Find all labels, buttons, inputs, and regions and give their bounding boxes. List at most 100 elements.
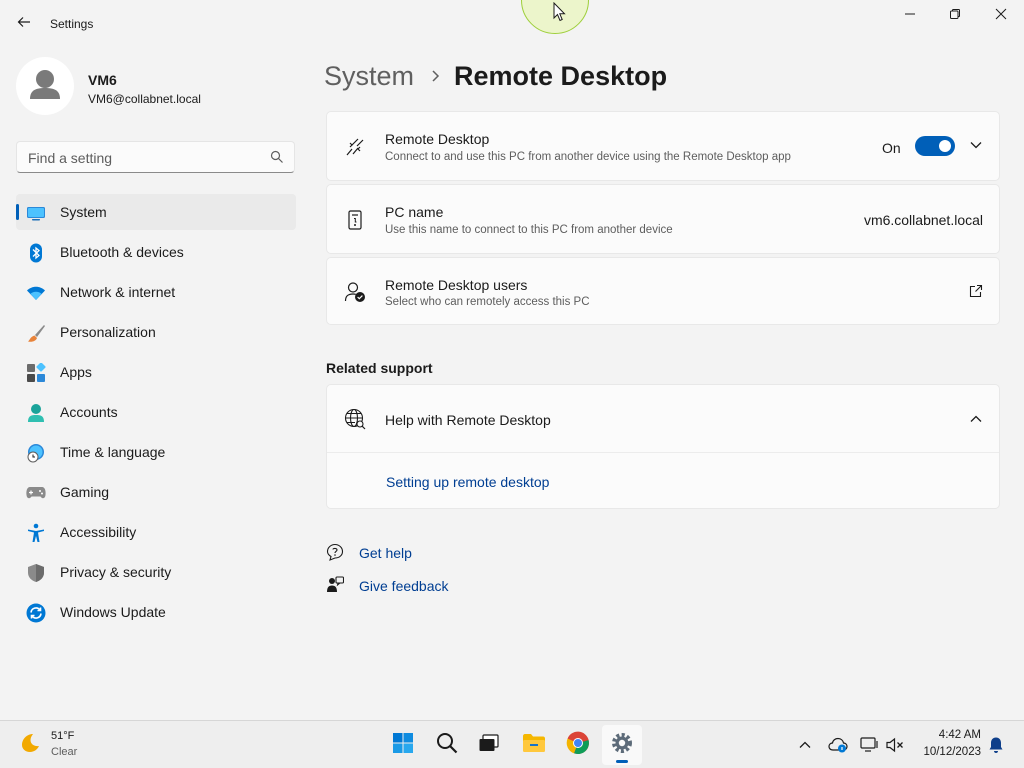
pc-name-title: PC name [385, 204, 444, 220]
sidebar-item-label: Time & language [60, 444, 166, 460]
remote-desktop-toggle[interactable] [915, 136, 955, 156]
chrome-icon [566, 731, 590, 760]
start-icon [392, 732, 414, 759]
task-view-button[interactable] [469, 725, 509, 765]
profile-name: VM6 [88, 72, 117, 88]
gamepad-icon [26, 483, 46, 503]
file-explorer-icon [522, 733, 546, 758]
back-button[interactable] [8, 8, 40, 40]
open-external-icon [969, 284, 983, 303]
time-language-icon [26, 443, 46, 463]
pc-name-description: Use this name to connect to this PC from… [385, 224, 673, 236]
sidebar-item-label: System [60, 204, 107, 220]
breadcrumb: System Remote Desktop [324, 58, 667, 94]
search-icon [436, 732, 458, 759]
remote-desktop-users-description: Select who can remotely access this PC [385, 296, 590, 308]
user-profile[interactable]: VM6 VM6@collabnet.local [16, 57, 296, 117]
remote-desktop-card[interactable]: Remote Desktop Connect to and use this P… [326, 111, 1000, 181]
close-button[interactable] [978, 0, 1024, 32]
remote-desktop-title: Remote Desktop [385, 131, 490, 147]
chrome-button[interactable] [558, 725, 598, 765]
task-view-icon [478, 733, 500, 758]
arrow-left-icon [16, 14, 32, 35]
maximize-button[interactable] [932, 0, 978, 32]
sidebar-item-label: Privacy & security [60, 564, 172, 580]
apps-icon [26, 363, 46, 383]
help-remote-desktop-card: Help with Remote Desktop Setting up remo… [326, 384, 1000, 509]
sidebar-item-windows-update[interactable]: Windows Update [16, 594, 296, 630]
remote-desktop-users-card[interactable]: Remote Desktop users Select who can remo… [326, 257, 1000, 325]
sidebar-item-apps[interactable]: Apps [16, 354, 296, 390]
weather-condition: Clear [51, 746, 78, 758]
clock-date[interactable]: 10/12/2023 [923, 746, 981, 758]
clock-time[interactable]: 4:42 AM [939, 729, 981, 741]
toggle-state-label: On [882, 140, 901, 156]
update-icon [26, 603, 46, 623]
search-input[interactable]: Find a setting [16, 141, 295, 173]
sidebar-item-gaming[interactable]: Gaming [16, 474, 296, 510]
pc-name-icon [344, 209, 366, 231]
give-feedback-label: Give feedback [359, 578, 449, 594]
moon-icon [18, 731, 42, 760]
avatar [16, 57, 74, 115]
get-help-icon [326, 543, 344, 561]
weather-temperature: 51°F [51, 730, 75, 742]
toggle-knob [939, 140, 951, 152]
sidebar-item-label: Gaming [60, 484, 110, 500]
globe-search-icon [344, 408, 366, 430]
taskbar-search-button[interactable] [427, 725, 467, 765]
settings-app-button[interactable] [602, 725, 642, 765]
network-icon[interactable] [860, 735, 880, 755]
sidebar-item-privacy[interactable]: Privacy & security [16, 554, 296, 590]
mouse-cursor-icon [553, 1, 567, 27]
user-check-icon [344, 281, 366, 303]
notification-bell-icon[interactable] [986, 735, 1006, 755]
chevron-up-icon[interactable] [795, 735, 815, 755]
restore-icon [949, 7, 961, 25]
remote-desktop-description: Connect to and use this PC from another … [385, 151, 791, 163]
onedrive-icon[interactable] [828, 735, 848, 755]
page-title: Remote Desktop [454, 60, 668, 91]
setting-up-remote-desktop-link[interactable]: Setting up remote desktop [386, 474, 549, 490]
help-expander-header[interactable]: Help with Remote Desktop [327, 385, 999, 453]
brush-icon [26, 323, 46, 343]
app-title: Settings [50, 17, 94, 31]
feedback-icon [326, 576, 345, 594]
settings-icon [610, 731, 634, 760]
title-bar: Settings [0, 0, 1024, 48]
sidebar-item-label: Accounts [60, 404, 118, 420]
chevron-down-icon[interactable] [969, 138, 983, 157]
sidebar-item-label: Apps [60, 364, 92, 380]
sidebar-item-label: Bluetooth & devices [60, 244, 184, 260]
help-title: Help with Remote Desktop [385, 412, 551, 428]
sidebar-item-time-language[interactable]: Time & language [16, 434, 296, 470]
pc-name-value: vm6.collabnet.local [863, 212, 983, 228]
breadcrumb-parent[interactable]: System [324, 61, 414, 92]
sidebar-item-bluetooth[interactable]: Bluetooth & devices [16, 234, 296, 270]
sidebar-item-label: Personalization [60, 324, 156, 340]
chevron-up-icon[interactable] [969, 412, 983, 431]
remote-desktop-users-title: Remote Desktop users [385, 277, 528, 293]
system-icon [26, 203, 46, 223]
sidebar-item-system[interactable]: System [16, 194, 296, 230]
accounts-icon [26, 403, 46, 423]
sidebar-item-accessibility[interactable]: Accessibility [16, 514, 296, 550]
sidebar-item-network[interactable]: Network & internet [16, 274, 296, 310]
sidebar-item-label: Accessibility [60, 524, 137, 540]
accessibility-icon [26, 523, 46, 543]
pc-name-card: PC name Use this name to connect to this… [326, 184, 1000, 254]
remote-desktop-icon [344, 136, 366, 158]
file-explorer-button[interactable] [514, 725, 554, 765]
volume-muted-icon[interactable] [885, 735, 905, 755]
minimize-button[interactable] [887, 0, 933, 32]
sidebar-item-accounts[interactable]: Accounts [16, 394, 296, 430]
wifi-icon [26, 283, 46, 303]
get-help-label: Get help [359, 545, 412, 561]
taskbar: 51°F Clear 4:42 AM 10/12/2023 [0, 720, 1024, 768]
chevron-right-icon [430, 69, 440, 83]
search-icon [270, 150, 284, 169]
bluetooth-icon [26, 243, 46, 263]
sidebar-item-personalization[interactable]: Personalization [16, 314, 296, 350]
profile-email: VM6@collabnet.local [88, 92, 201, 106]
start-button[interactable] [383, 725, 423, 765]
